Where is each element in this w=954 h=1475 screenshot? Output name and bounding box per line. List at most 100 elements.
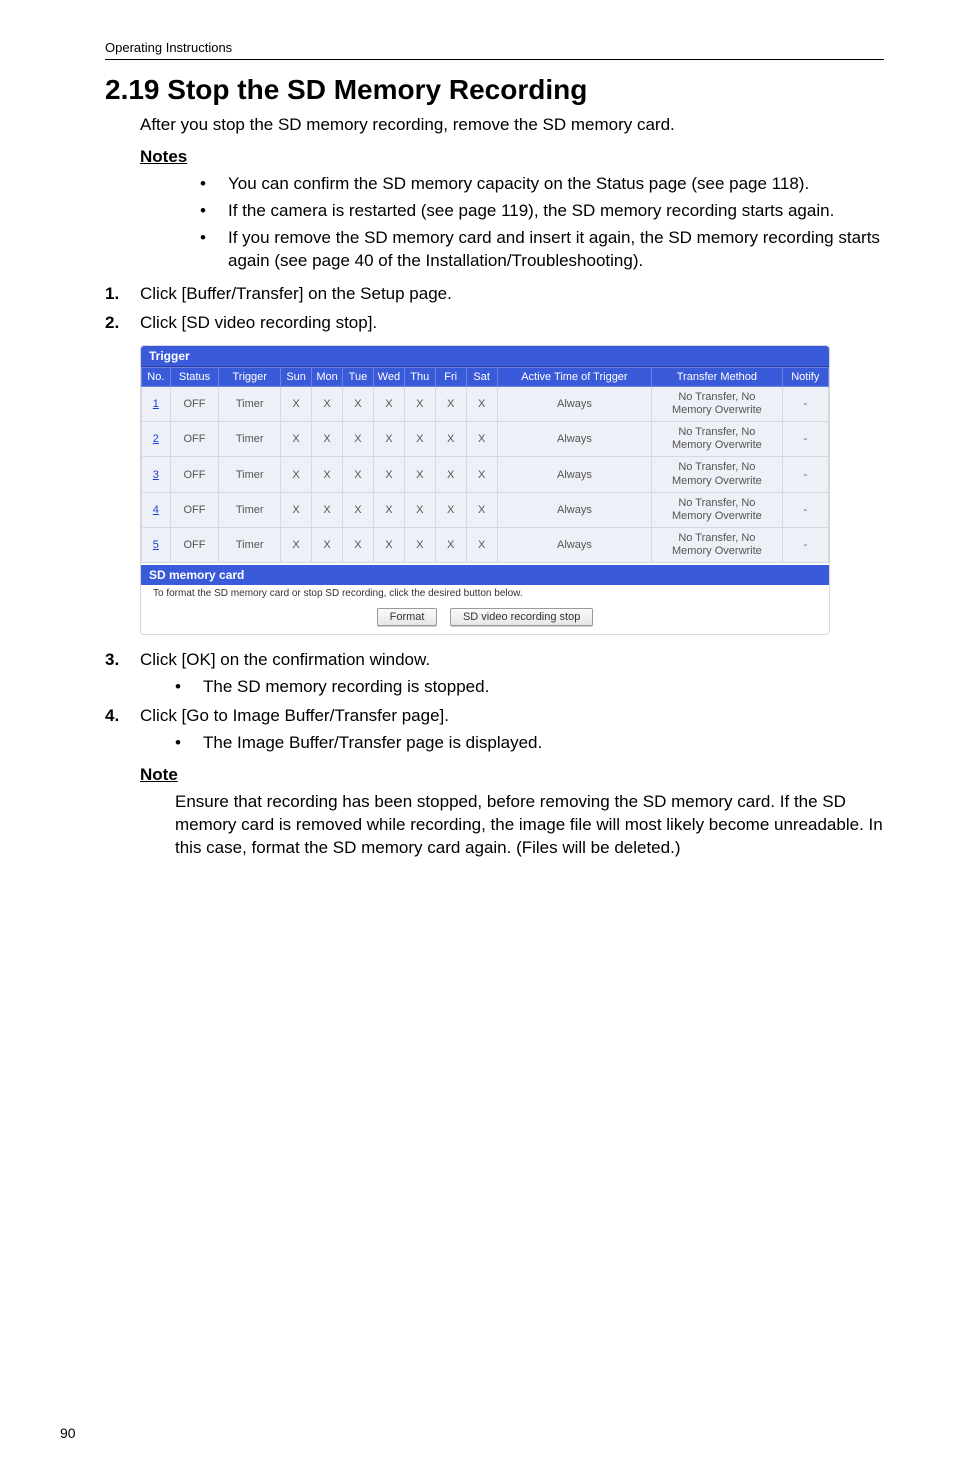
step-sub: The Image Buffer/Transfer page is displa… (175, 732, 884, 755)
cell-day: X (342, 421, 373, 456)
th-thu: Thu (404, 367, 435, 386)
note-heading: Note (140, 765, 884, 785)
cell-day: X (312, 421, 343, 456)
cell-day: X (342, 528, 373, 563)
table-row: 3OFFTimerXXXXXXXAlwaysNo Transfer, NoMem… (142, 457, 829, 492)
th-trigger: Trigger (219, 367, 281, 386)
cell-active: Always (497, 386, 652, 421)
cell-active: Always (497, 421, 652, 456)
cell-active: Always (497, 457, 652, 492)
cell-day: X (466, 421, 497, 456)
cell-status: OFF (170, 386, 219, 421)
step-text: Click [Go to Image Buffer/Transfer page]… (140, 706, 449, 725)
cell-day: X (404, 386, 435, 421)
cell-day: X (373, 421, 404, 456)
cell-day: X (312, 492, 343, 527)
cell-active: Always (497, 492, 652, 527)
step-number: 3. (105, 649, 119, 672)
cell-day: X (466, 492, 497, 527)
cell-day: X (404, 528, 435, 563)
cell-status: OFF (170, 457, 219, 492)
th-no: No. (142, 367, 171, 386)
cell-notify: - (782, 528, 828, 563)
cell-transfer: No Transfer, NoMemory Overwrite (652, 457, 782, 492)
cell-day: X (342, 386, 373, 421)
format-button[interactable]: Format (377, 608, 438, 626)
intro-text: After you stop the SD memory recording, … (140, 114, 884, 137)
cell-day: X (281, 528, 312, 563)
cell-day: X (373, 457, 404, 492)
cell-transfer: No Transfer, NoMemory Overwrite (652, 492, 782, 527)
table-row: 2OFFTimerXXXXXXXAlwaysNo Transfer, NoMem… (142, 421, 829, 456)
step-number: 2. (105, 312, 119, 335)
th-fri: Fri (435, 367, 466, 386)
cell-notify: - (782, 492, 828, 527)
th-sun: Sun (281, 367, 312, 386)
row-no-link[interactable]: 2 (142, 421, 171, 456)
cell-trigger: Timer (219, 421, 281, 456)
row-no-link[interactable]: 3 (142, 457, 171, 492)
row-no-link[interactable]: 1 (142, 386, 171, 421)
cell-day: X (435, 421, 466, 456)
cell-status: OFF (170, 421, 219, 456)
th-wed: Wed (373, 367, 404, 386)
th-active: Active Time of Trigger (497, 367, 652, 386)
note-body: Ensure that recording has been stopped, … (175, 791, 884, 860)
cell-day: X (435, 386, 466, 421)
th-status: Status (170, 367, 219, 386)
step: 3. Click [OK] on the confirmation window… (105, 649, 884, 699)
cell-day: X (435, 528, 466, 563)
step-text: Click [OK] on the confirmation window. (140, 650, 430, 669)
cell-day: X (435, 492, 466, 527)
step-text: Click [SD video recording stop]. (140, 313, 377, 332)
cell-day: X (373, 492, 404, 527)
cell-day: X (312, 528, 343, 563)
table-row: 5OFFTimerXXXXXXXAlwaysNo Transfer, NoMem… (142, 528, 829, 563)
ui-screenshot: Trigger No. Status Trigger Sun Mon Tue W… (140, 345, 830, 636)
sd-note: To format the SD memory card or stop SD … (141, 585, 829, 605)
cell-day: X (404, 421, 435, 456)
cell-day: X (281, 421, 312, 456)
cell-day: X (373, 386, 404, 421)
panel-title-trigger: Trigger (141, 346, 829, 367)
step-sub: The SD memory recording is stopped. (175, 676, 884, 699)
cell-trigger: Timer (219, 492, 281, 527)
cell-trigger: Timer (219, 457, 281, 492)
cell-transfer: No Transfer, NoMemory Overwrite (652, 421, 782, 456)
note-item: You can confirm the SD memory capacity o… (200, 173, 884, 196)
th-transfer: Transfer Method (652, 367, 782, 386)
cell-day: X (281, 492, 312, 527)
section-title: 2.19 Stop the SD Memory Recording (105, 74, 884, 106)
step-number: 1. (105, 283, 119, 306)
cell-day: X (312, 386, 343, 421)
step-text: Click [Buffer/Transfer] on the Setup pag… (140, 284, 452, 303)
cell-day: X (312, 457, 343, 492)
cell-day: X (281, 457, 312, 492)
cell-day: X (281, 386, 312, 421)
sd-button-row: Format SD video recording stop (141, 605, 829, 634)
th-sat: Sat (466, 367, 497, 386)
cell-transfer: No Transfer, NoMemory Overwrite (652, 528, 782, 563)
cell-active: Always (497, 528, 652, 563)
note-item: If you remove the SD memory card and ins… (200, 227, 884, 273)
cell-trigger: Timer (219, 528, 281, 563)
cell-notify: - (782, 457, 828, 492)
cell-status: OFF (170, 492, 219, 527)
panel-title-sd: SD memory card (141, 563, 829, 585)
cell-transfer: No Transfer, NoMemory Overwrite (652, 386, 782, 421)
row-no-link[interactable]: 4 (142, 492, 171, 527)
cell-status: OFF (170, 528, 219, 563)
step-number: 4. (105, 705, 119, 728)
note-item: If the camera is restarted (see page 119… (200, 200, 884, 223)
table-row: 4OFFTimerXXXXXXXAlwaysNo Transfer, NoMem… (142, 492, 829, 527)
cell-day: X (466, 528, 497, 563)
row-no-link[interactable]: 5 (142, 528, 171, 563)
cell-notify: - (782, 421, 828, 456)
th-mon: Mon (312, 367, 343, 386)
cell-notify: - (782, 386, 828, 421)
table-header-row: No. Status Trigger Sun Mon Tue Wed Thu F… (142, 367, 829, 386)
running-header: Operating Instructions (105, 40, 884, 60)
sd-stop-button[interactable]: SD video recording stop (450, 608, 593, 626)
cell-day: X (435, 457, 466, 492)
cell-day: X (404, 457, 435, 492)
